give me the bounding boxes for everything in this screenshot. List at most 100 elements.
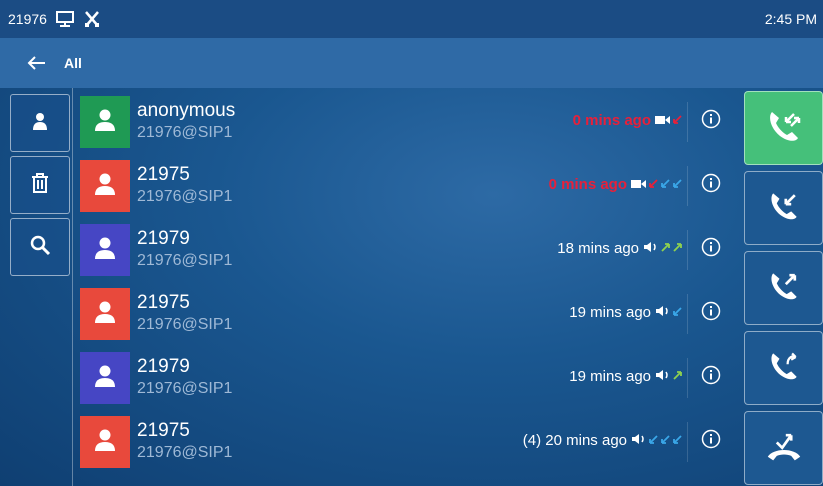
person-icon — [92, 235, 118, 266]
contact-name: 21979 — [137, 228, 190, 249]
call-row[interactable]: 21979 21976@SIP1 19 mins ago — [80, 346, 740, 410]
call-time: 0 mins ago — [572, 112, 651, 129]
call-meta: 0 mins ago — [549, 176, 683, 193]
call-time: 18 mins ago — [557, 240, 639, 257]
missed-calls-icon — [764, 428, 804, 469]
info-icon — [701, 109, 721, 134]
call-type-indicator — [642, 240, 683, 257]
computer-icon — [55, 10, 75, 28]
call-type-indicator — [654, 368, 683, 385]
account-label: 21976@SIP1 — [137, 444, 233, 461]
received-calls-button[interactable] — [744, 171, 823, 245]
all-calls-icon — [764, 106, 804, 151]
contact-icon — [30, 111, 50, 136]
incoming-arrow-icon — [671, 432, 683, 449]
network-disconnected-icon — [83, 10, 101, 28]
speaker-icon — [642, 240, 659, 257]
status-bar: 21976 2:45 PM — [0, 0, 823, 38]
person-icon — [92, 107, 118, 138]
info-button[interactable] — [700, 365, 722, 390]
call-type-indicator — [630, 176, 683, 193]
call-row[interactable]: 21975 21976@SIP1 19 mins ago — [80, 282, 740, 346]
contact-name: 21975 — [137, 292, 190, 313]
incoming-arrow-icon — [659, 176, 671, 193]
forwarded-calls-icon — [766, 348, 802, 389]
row-divider — [687, 166, 688, 206]
missed-calls-button[interactable] — [744, 411, 823, 485]
filter-toolbar — [744, 91, 823, 486]
all-calls-button[interactable] — [744, 91, 823, 165]
account-label: 21976@SIP1 — [137, 316, 233, 333]
placed-calls-button[interactable] — [744, 251, 823, 325]
contact-name: anonymous — [137, 100, 236, 121]
received-calls-icon — [766, 188, 802, 229]
row-divider — [687, 294, 688, 334]
placed-calls-icon — [766, 268, 802, 309]
call-meta: 18 mins ago — [557, 240, 683, 257]
call-time: (4) 20 mins ago — [522, 432, 627, 449]
call-list: anonymous 21976@SIP1 0 mins ago 21975 21976@… — [80, 88, 740, 486]
page-title: All — [64, 55, 82, 71]
info-icon — [701, 365, 721, 390]
speaker-icon — [654, 368, 671, 385]
call-row[interactable]: 21975 21976@SIP1 0 mins ago — [80, 154, 740, 218]
contact-name: 21975 — [137, 420, 190, 441]
back-arrow-icon[interactable] — [26, 55, 46, 71]
call-row[interactable]: anonymous 21976@SIP1 0 mins ago — [80, 90, 740, 154]
search-icon — [29, 234, 51, 261]
info-button[interactable] — [700, 237, 722, 262]
avatar — [80, 96, 130, 148]
account-label: 21976@SIP1 — [137, 188, 233, 205]
info-icon — [701, 429, 721, 454]
person-icon — [92, 299, 118, 330]
info-icon — [701, 301, 721, 326]
account-label: 21976@SIP1 — [137, 252, 233, 269]
call-meta: 19 mins ago — [569, 368, 683, 385]
forwarded-calls-button[interactable] — [744, 331, 823, 405]
call-meta: 0 mins ago — [573, 112, 683, 129]
info-button[interactable] — [700, 109, 722, 134]
missed-arrow-icon — [671, 112, 683, 129]
call-row[interactable]: 21975 21976@SIP1 (4) 20 mins ago — [80, 410, 740, 474]
contact-button[interactable] — [10, 94, 70, 152]
status-time: 2:45 PM — [764, 11, 817, 27]
incoming-arrow-icon — [671, 304, 683, 321]
incoming-arrow-icon — [671, 176, 683, 193]
info-button[interactable] — [700, 429, 722, 454]
contact-name: 21975 — [137, 164, 190, 185]
call-type-indicator — [654, 112, 683, 129]
avatar — [80, 288, 130, 340]
search-button[interactable] — [10, 218, 70, 276]
delete-button[interactable] — [10, 156, 70, 214]
missed-arrow-icon — [647, 176, 659, 193]
outgoing-arrow-icon — [659, 240, 671, 257]
left-toolbar — [0, 88, 73, 486]
row-divider — [687, 230, 688, 270]
contact-name: 21979 — [137, 356, 190, 377]
speaker-icon — [654, 304, 671, 321]
speaker-icon — [630, 432, 647, 449]
call-time: 0 mins ago — [548, 176, 627, 193]
info-icon — [701, 237, 721, 262]
info-button[interactable] — [700, 301, 722, 326]
call-type-indicator — [630, 432, 683, 449]
outgoing-arrow-icon — [671, 240, 683, 257]
person-icon — [92, 171, 118, 202]
outgoing-arrow-icon — [671, 368, 683, 385]
video-icon — [630, 176, 647, 193]
status-extension: 21976 — [8, 11, 47, 27]
trash-icon — [30, 172, 50, 199]
person-icon — [92, 427, 118, 458]
info-button[interactable] — [700, 173, 722, 198]
avatar — [80, 224, 130, 276]
row-divider — [687, 358, 688, 398]
row-divider — [687, 102, 688, 142]
info-icon — [701, 173, 721, 198]
avatar — [80, 416, 130, 468]
call-row[interactable]: 21979 21976@SIP1 18 mins ago — [80, 218, 740, 282]
avatar — [80, 160, 130, 212]
call-type-indicator — [654, 304, 683, 321]
call-history-screen: 21976 2:45 PM All anonymous 21976@SIP1 0… — [0, 0, 823, 486]
call-time: 19 mins ago — [569, 368, 651, 385]
account-label: 21976@SIP1 — [137, 380, 233, 397]
